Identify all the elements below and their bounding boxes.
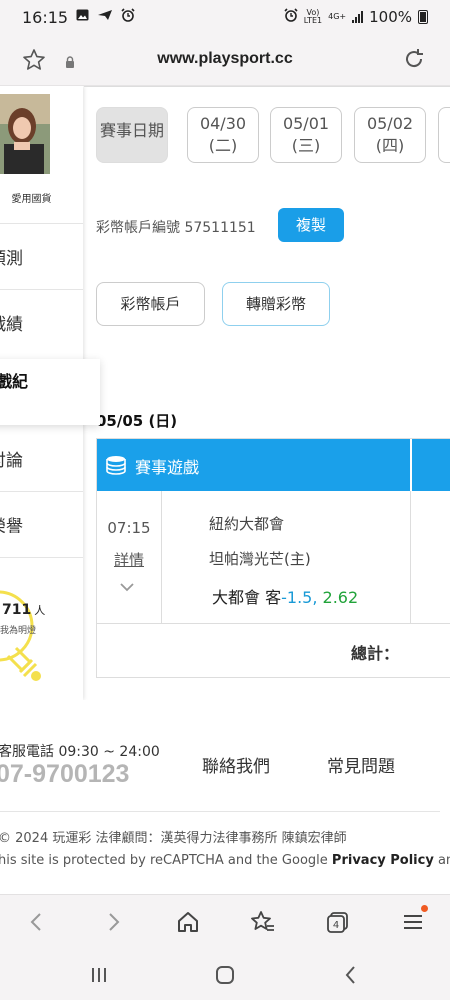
sidebar-divider	[0, 557, 83, 558]
battery-icon	[418, 10, 428, 24]
service-hours: 客服電話 09:30 ~ 24:00	[0, 744, 160, 760]
column-divider	[161, 491, 162, 624]
menu-icon[interactable]	[400, 909, 426, 935]
bulb-count-unit: 人	[34, 604, 46, 617]
detail-link[interactable]: 詳情	[97, 549, 161, 570]
svg-text:4: 4	[333, 920, 339, 931]
signal-icon	[352, 11, 364, 23]
sidebar-item-label: 遊戲紀錄	[0, 372, 29, 391]
network-type: 4G+	[328, 12, 347, 21]
date-tab-day: (三)	[291, 136, 321, 155]
privacy-policy-link[interactable]: Privacy Policy	[332, 853, 434, 868]
status-bar: 16:15 Vo) LTE1 4G+ 100%	[0, 0, 450, 34]
chevron-down-icon[interactable]	[119, 577, 135, 592]
pick-line: -1.5	[281, 588, 313, 607]
account-number: 57511151	[184, 220, 256, 236]
copyright-text: © 2024 玩運彩 法律顧問：漢英得力法律事務所 陳鎮宏律師	[0, 831, 347, 846]
header-divider	[410, 439, 412, 491]
pick-side: 客	[265, 588, 282, 607]
game-time: 07:15	[107, 519, 151, 537]
coins-icon	[105, 454, 127, 476]
sidebar-item-honor[interactable]: 榮譽	[0, 491, 83, 557]
date-tab-partial[interactable]	[438, 107, 450, 163]
account-number-line: 彩幣帳戶編號 57511151	[96, 217, 256, 237]
sidebar-item-label: 戰績	[0, 315, 23, 335]
pick-separator: ,	[312, 588, 318, 607]
pick-odds: 2.62	[322, 588, 359, 607]
date-tab-date: 05/01	[282, 114, 330, 133]
sidebar-item-label: 預測	[0, 249, 23, 269]
date-tab-day: (四)	[375, 136, 405, 155]
reload-icon[interactable]	[402, 47, 426, 71]
sidebar-item-record[interactable]: 戰績	[0, 289, 83, 355]
coin-account-button[interactable]: 彩幣帳戶	[96, 282, 205, 326]
status-right: Vo) LTE1 4G+ 100%	[284, 8, 428, 26]
sidebar-item-predict[interactable]: 預測	[0, 223, 83, 289]
date-tab[interactable]: 04/30 (二)	[187, 107, 259, 163]
game-table-header: 賽事遊戲	[97, 439, 450, 491]
browser-toolbar: 4	[0, 894, 450, 950]
avatar[interactable]	[0, 94, 50, 174]
pick-team: 大都會	[212, 588, 261, 607]
footer: 客服電話 09:30 ~ 24:00 07-9700123 聯絡我們 常見問題 …	[0, 700, 450, 894]
recent-apps-icon[interactable]	[88, 964, 110, 986]
status-left: 16:15	[22, 8, 135, 27]
bulb-text: 我為明燈	[0, 626, 37, 636]
alarm-icon	[284, 8, 298, 26]
image-icon	[76, 9, 89, 25]
date-tab[interactable]: 05/01 (三)	[270, 107, 342, 163]
bookmarks-icon[interactable]	[250, 909, 276, 935]
bulb-count: 711 人	[2, 602, 45, 618]
back-button-icon[interactable]	[340, 964, 362, 986]
service-phone[interactable]: 07-9700123	[0, 760, 129, 789]
away-team: 紐約大都會	[209, 515, 285, 533]
date-tab-date: 05/02	[366, 114, 414, 133]
forward-icon[interactable]	[100, 909, 126, 935]
total-label: 總計：	[350, 644, 399, 663]
sidebar-item-game-record[interactable]: 遊戲紀錄	[0, 359, 100, 425]
home-icon[interactable]	[175, 909, 201, 935]
sidebar-item-label: 討論	[0, 450, 23, 471]
account-label: 彩幣帳戶編號	[96, 220, 180, 236]
bet-pick: 大都會 客-1.5, 2.62	[212, 584, 358, 608]
transfer-coin-button[interactable]: 轉贈彩幣	[222, 282, 330, 326]
sidebar-item-discuss[interactable]: 討論	[0, 425, 83, 491]
recaptcha-prefix: his site is protected by reCAPTCHA and t…	[0, 853, 328, 868]
battery-percent: 100%	[369, 8, 412, 26]
contact-link[interactable]: 聯絡我們	[202, 752, 270, 777]
game-table: 賽事遊戲 07:15 詳情 紐約大都會 坦帕灣光芒(主) 大都會 客-1.5, …	[96, 438, 450, 678]
copy-button[interactable]: 複製	[278, 208, 344, 242]
network-bottom: LTE1	[303, 16, 323, 25]
sidebar-item-label: 榮譽	[0, 517, 23, 537]
game-table-title: 賽事遊戲	[135, 458, 200, 477]
browser-url-bar: www.playsport.cc	[0, 34, 450, 86]
date-tab-label: 賽事日期	[96, 107, 168, 163]
notification-dot	[421, 905, 428, 912]
date-tab[interactable]: 05/02 (四)	[354, 107, 426, 163]
date-tab-day: (二)	[208, 136, 238, 155]
home-team: 坦帕灣光芒(主)	[209, 550, 311, 568]
alarm-icon	[121, 8, 135, 26]
tabs-icon[interactable]: 4	[325, 909, 351, 935]
back-icon[interactable]	[24, 909, 50, 935]
status-time: 16:15	[22, 7, 69, 27]
cast-icon	[97, 9, 113, 25]
volte-indicator: Vo) LTE1	[304, 9, 322, 25]
main-content: 賽事日期 04/30 (二) 05/01 (三) 05/02 (四) 彩幣帳戶編…	[84, 86, 450, 700]
footer-divider	[0, 811, 440, 812]
home-button-icon[interactable]	[214, 964, 236, 986]
date-tab-date: 04/30	[199, 114, 247, 133]
page-viewport: 愛用國貨 預測 戰績 討論 榮譽 遊戲紀錄 711人 我為明燈	[0, 86, 450, 894]
recaptcha-text: his site is protected by reCAPTCHA and t…	[0, 853, 450, 868]
table-row: 07:15 詳情 紐約大都會 坦帕灣光芒(主) 大都會 客-1.5, 2.62	[97, 491, 450, 624]
date-tab-label-text: 賽事日期	[99, 121, 164, 140]
system-nav-bar	[0, 950, 450, 1000]
column-divider	[410, 491, 411, 624]
recaptcha-and: and	[437, 853, 450, 868]
user-name: 愛用國貨	[11, 194, 52, 205]
url-text[interactable]: www.playsport.cc	[0, 50, 450, 68]
faq-link[interactable]: 常見問題	[327, 752, 395, 777]
game-date-heading: 05/05 (日)	[96, 412, 178, 430]
bulb-count-number: 711	[2, 602, 32, 618]
